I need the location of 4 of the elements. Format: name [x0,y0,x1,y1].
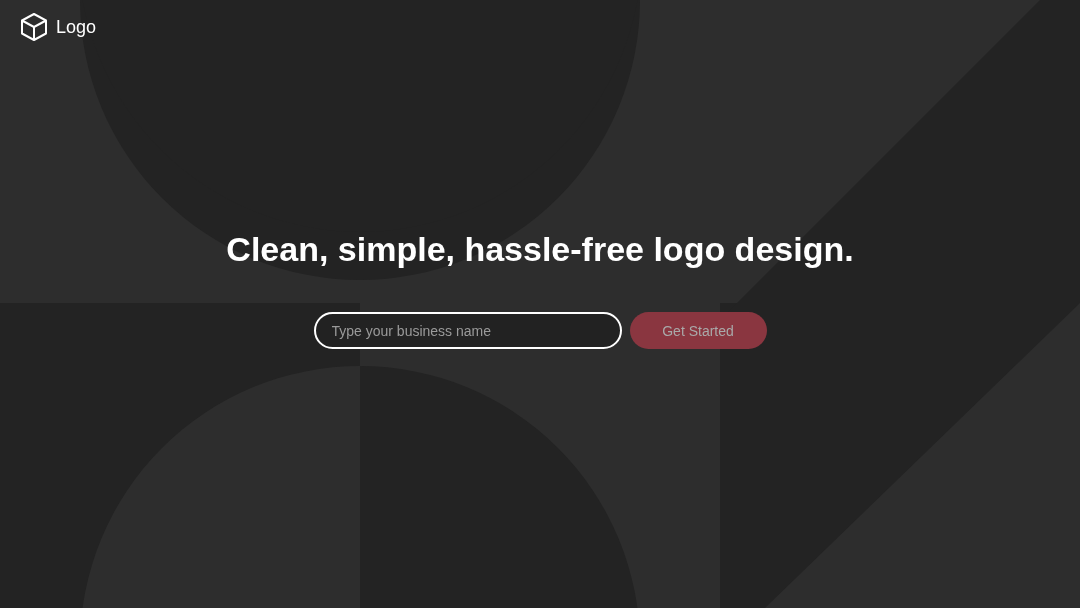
headline: Clean, simple, hassle-free logo design. [226,229,854,270]
logo-text: Logo [56,16,97,39]
business-name-field[interactable]: Type your business name [313,312,622,349]
cube-icon [20,12,48,42]
